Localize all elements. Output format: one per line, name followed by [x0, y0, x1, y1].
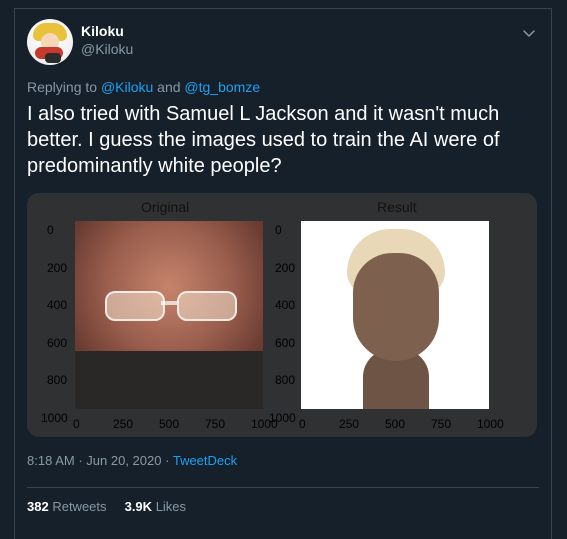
x-tick-right-2: 500: [385, 417, 406, 431]
y-tick-right-4: 800: [275, 373, 296, 387]
y-tick-left-3: 600: [47, 335, 68, 350]
y-tick-left-2: 400: [47, 298, 68, 312]
mention-link-2[interactable]: @tg_bomze: [184, 79, 260, 95]
x-tick-right-0: 0: [299, 417, 306, 431]
y-tick-left-0: 0: [47, 223, 54, 237]
y-tick-right-2: 400: [275, 298, 296, 312]
right-plot-title: Result: [377, 199, 417, 215]
y-tick-left-5: 1000: [41, 410, 68, 425]
x-tick-left-2: 500: [159, 417, 180, 431]
avatar[interactable]: [27, 19, 73, 65]
glasses-right: [177, 291, 237, 321]
glasses-bridge: [161, 301, 177, 305]
tweet-text: I also tried with Samuel L Jackson and i…: [27, 103, 500, 177]
chevron-down-icon[interactable]: [519, 23, 539, 43]
x-tick-left-0: 0: [73, 417, 80, 431]
y-tick-right-1: 200: [275, 260, 296, 275]
display-name[interactable]: Kiloku: [81, 23, 124, 39]
replying-joiner: and: [157, 79, 181, 95]
retweets-count[interactable]: 382: [27, 499, 49, 514]
glasses-left: [105, 291, 165, 321]
tweet-time: 8:18 AM: [27, 453, 75, 468]
mention-link-1[interactable]: @Kiloku: [101, 79, 153, 95]
y-tick-right-3: 600: [275, 335, 296, 350]
retweets-label[interactable]: Retweets: [52, 499, 106, 514]
likes-count-group[interactable]: 3.9K Likes: [125, 499, 186, 514]
tweet-media[interactable]: Original Result 0 200 400 600 800 1000 0 250 500…: [27, 193, 537, 437]
tweet-stats: 382 Retweets 3.9K Likes: [27, 499, 186, 514]
user-handle[interactable]: @Kiloku: [81, 41, 133, 57]
likes-label[interactable]: Likes: [156, 499, 186, 514]
meta-separator-1: ·: [78, 453, 83, 468]
x-tick-right-3: 750: [431, 417, 452, 431]
tweet-meta: 8:18 AM · Jun 20, 2020 · TweetDeck: [27, 453, 237, 468]
likes-count[interactable]: 3.9K: [125, 499, 152, 514]
x-tick-left-3: 750: [205, 417, 226, 431]
meta-separator-2: ·: [165, 453, 170, 468]
divider: [27, 487, 539, 488]
replying-prefix: Replying to: [27, 79, 98, 95]
result-image: [301, 221, 489, 409]
original-image: [75, 221, 263, 409]
tweet-client-link[interactable]: TweetDeck: [173, 453, 237, 468]
y-tick-right-5: 1000: [269, 410, 296, 425]
y-tick-left-1: 200: [47, 260, 68, 275]
x-tick-right-1: 250: [339, 417, 360, 431]
x-tick-right-4: 1000: [477, 417, 504, 431]
y-tick-left-4: 800: [47, 373, 68, 387]
retweets-count-group[interactable]: 382 Retweets: [27, 499, 107, 514]
y-tick-right-0: 0: [275, 223, 282, 237]
tweet-date: Jun 20, 2020: [86, 453, 162, 468]
replying-to: Replying to @Kiloku and @tg_bomze: [27, 79, 260, 95]
left-plot-title: Original: [141, 199, 190, 215]
tweet-card: Kiloku @Kiloku Replying to @Kiloku and @…: [14, 8, 552, 539]
face: [353, 253, 439, 361]
x-tick-left-1: 250: [113, 417, 134, 431]
shirt: [75, 351, 263, 409]
